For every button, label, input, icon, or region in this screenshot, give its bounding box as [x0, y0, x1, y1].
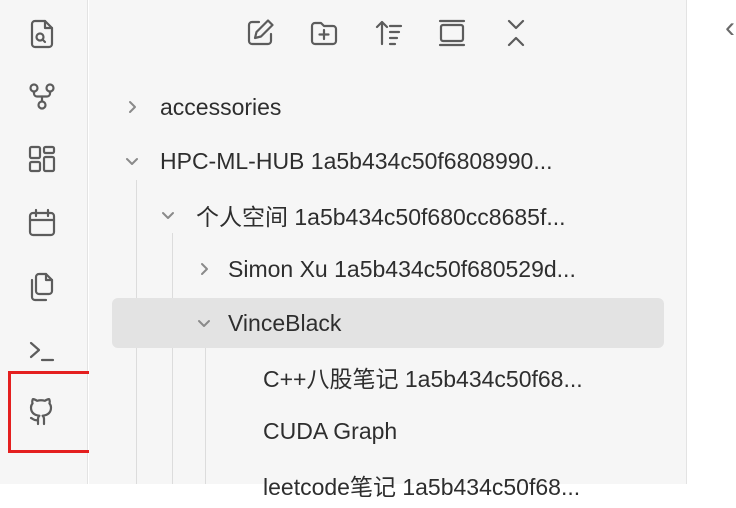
chevron-down-icon[interactable]: [160, 207, 196, 223]
tree-guide-line: [205, 340, 206, 484]
chevron-right-icon[interactable]: [124, 99, 160, 115]
tree-item-leetcode-notes[interactable]: leetcode笔记 1a5b434c50f68...: [263, 462, 580, 508]
tree-item-label: leetcode笔记 1a5b434c50f68...: [263, 474, 581, 500]
canvas-icon[interactable]: [22, 139, 62, 179]
back-arrow-icon[interactable]: ‹: [725, 8, 735, 48]
new-note-icon[interactable]: [241, 14, 279, 52]
tree-item-cuda-graph[interactable]: CUDA Graph: [263, 408, 397, 454]
collapse-all-icon[interactable]: [497, 14, 535, 52]
tree-item-cpp-notes[interactable]: C++八股笔记 1a5b434c50f68...: [263, 354, 583, 400]
collapse-panel-icon[interactable]: [433, 14, 471, 52]
tree-guide-line: [172, 233, 173, 484]
tree-item-label: VinceBlack: [228, 309, 342, 336]
tree-item-vinceblack[interactable]: VinceBlack: [196, 300, 341, 346]
highlight-box: [8, 371, 97, 453]
file-search-icon[interactable]: [22, 14, 62, 54]
calendar-icon[interactable]: [22, 203, 62, 243]
tree-item-hpc-ml-hub[interactable]: HPC-ML-HUB 1a5b434c50f6808990...: [124, 138, 553, 184]
copy-icon[interactable]: [22, 267, 62, 307]
selected-row-highlight: [112, 298, 664, 348]
graph-view-icon[interactable]: [22, 76, 62, 116]
new-folder-icon[interactable]: [305, 14, 343, 52]
terminal-icon[interactable]: [22, 330, 62, 370]
tree-item-simon-xu[interactable]: Simon Xu 1a5b434c50f680529d...: [196, 246, 576, 292]
tree-item-accessories[interactable]: accessories: [124, 84, 281, 130]
tree-item-personal-space[interactable]: 个人空间 1a5b434c50f680cc8685f...: [160, 192, 566, 238]
tree-item-label: C++八股笔记 1a5b434c50f68...: [263, 366, 583, 392]
sort-icon[interactable]: [370, 14, 408, 52]
tree-item-label: HPC-ML-HUB 1a5b434c50f6808990...: [160, 147, 553, 174]
chevron-right-icon[interactable]: [196, 261, 228, 277]
editor-area: ‹: [687, 0, 736, 484]
tree-item-label: Simon Xu 1a5b434c50f680529d...: [228, 255, 576, 282]
tree-item-label: CUDA Graph: [263, 417, 398, 444]
chevron-down-icon[interactable]: [124, 153, 160, 169]
chevron-down-icon[interactable]: [196, 315, 228, 331]
tree-item-label: accessories: [160, 93, 282, 120]
tree-item-label: 个人空间 1a5b434c50f680cc8685f...: [196, 204, 566, 230]
